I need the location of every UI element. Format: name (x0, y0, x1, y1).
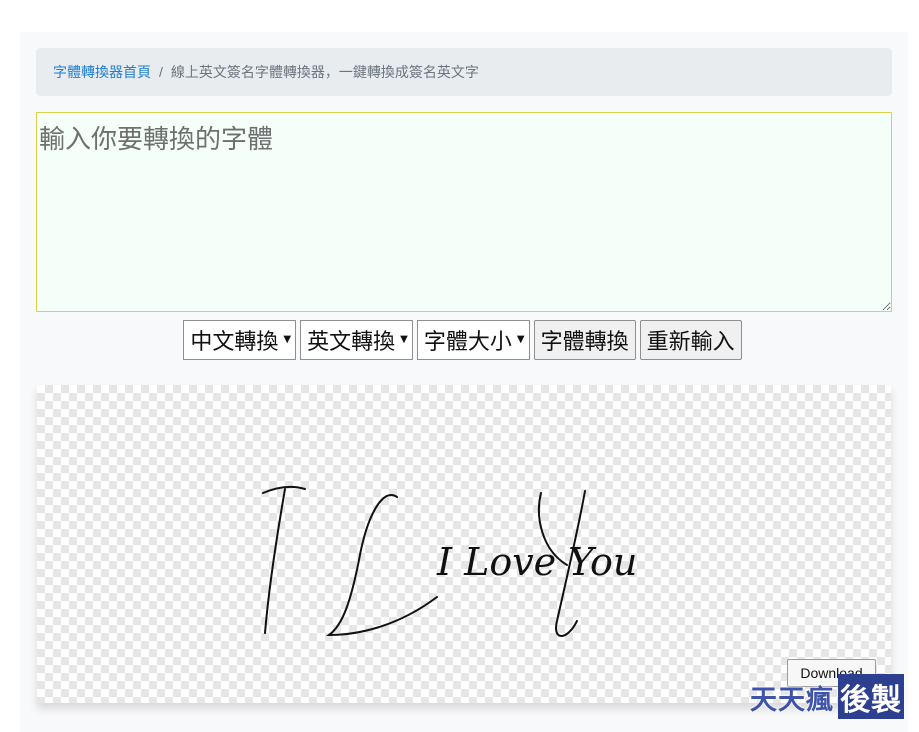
font-size-label: 字體大小 (423, 330, 512, 355)
control-bar: 中文轉換 ▼ 英文轉換 ▼ 字體大小 ▼ 字體轉換 重新輸入 (0, 318, 919, 362)
breadcrumb-current: 線上英文簽名字體轉換器，一鍵轉換成簽名英文字 (170, 64, 479, 80)
watermark-logo: 天天瘋 後製 (748, 674, 919, 719)
breadcrumb: 字體轉換器首頁 / 線上英文簽名字體轉換器，一鍵轉換成簽名英文字 (36, 48, 892, 96)
signature-text: I Love You (436, 540, 637, 584)
dropdown-caret-icon: ▼ (400, 334, 408, 345)
signature-canvas: I Love You (262, 485, 637, 637)
signature-preview: I Love You (37, 385, 891, 703)
reset-button[interactable]: 重新輸入 (639, 320, 742, 360)
breadcrumb-home-link[interactable]: 字體轉換器首頁 (53, 62, 151, 82)
breadcrumb-separator: / (159, 64, 163, 80)
chinese-convert-select[interactable]: 中文轉換 ▼ (183, 320, 297, 360)
signature-stroke-l (325, 494, 438, 637)
chinese-convert-label: 中文轉換 (190, 330, 279, 355)
font-size-select[interactable]: 字體大小 ▼ (416, 320, 530, 360)
english-convert-label: 英文轉換 (307, 330, 396, 355)
signature-stroke-i (262, 485, 306, 634)
watermark-right-text: 後製 (838, 674, 904, 719)
text-input[interactable] (36, 112, 892, 312)
dropdown-caret-icon: ▼ (283, 334, 292, 345)
english-convert-select[interactable]: 英文轉換 ▼ (300, 320, 413, 360)
watermark-left-text: 天天瘋 (750, 685, 834, 716)
convert-button[interactable]: 字體轉換 (533, 320, 636, 360)
dropdown-caret-icon: ▼ (516, 334, 525, 345)
